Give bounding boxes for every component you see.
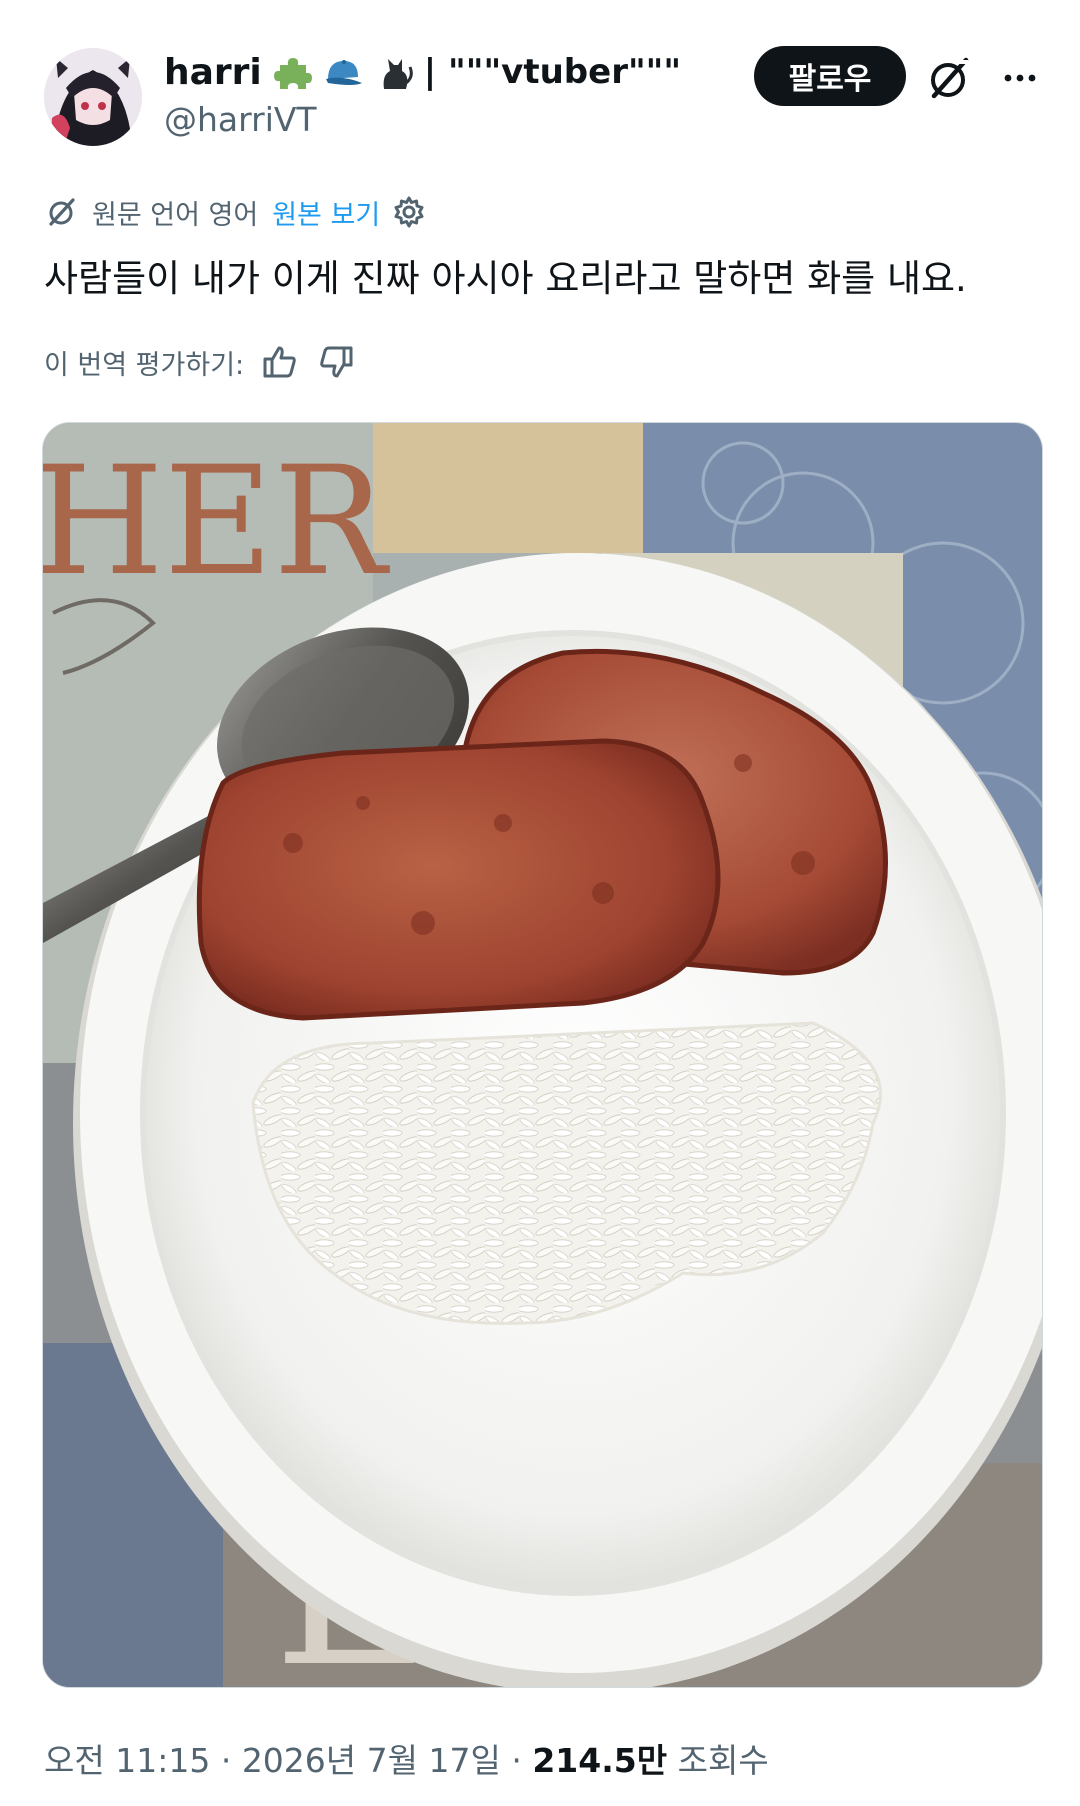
show-original-link[interactable]: 원본 보기	[272, 193, 380, 232]
meta-separator: ·	[511, 1741, 522, 1780]
rating-prompt: 이 번역 평가하기:	[44, 349, 245, 381]
gear-icon[interactable]	[392, 195, 426, 229]
black-cat-icon	[376, 53, 414, 91]
placemat-text-top: HER	[43, 435, 390, 609]
follow-button[interactable]: 팔로우	[754, 46, 906, 106]
thumbs-down-icon[interactable]	[316, 342, 356, 382]
more-options-icon[interactable]	[994, 52, 1046, 104]
views-label: 조회수	[677, 1741, 769, 1780]
blue-cap-icon	[324, 53, 364, 91]
translation-rating: 이 번역 평가하기:	[44, 340, 356, 384]
translation-info: 원문 언어 영어 원본 보기	[44, 190, 426, 234]
tweet-time[interactable]: 오전 11:15	[44, 1741, 210, 1780]
puzzle-piece-icon	[273, 53, 312, 91]
user-handle[interactable]: @harriVT	[164, 100, 317, 139]
grok-translate-icon	[44, 194, 80, 230]
avatar[interactable]	[44, 48, 142, 146]
grok-icon[interactable]	[924, 52, 976, 104]
display-name-suffix: | """vtuber"""	[423, 52, 682, 92]
name-row: harri | """vtuber"""	[164, 50, 681, 94]
tweet-header: harri | """vtuber""" @harriVT 팔로우	[0, 0, 1080, 150]
tweet-meta: 오전 11:15 · 2026년 7월 17일 · 214.5만 조회수	[44, 1734, 769, 1782]
tweet-photo[interactable]: HER LOV	[42, 422, 1043, 1688]
views-count: 214.5만	[532, 1741, 668, 1780]
display-name[interactable]: harri	[164, 52, 262, 93]
tweet-text: 사람들이 내가 이게 진짜 아시아 요리라고 말하면 화를 내요.	[44, 257, 967, 300]
source-language-note: 원문 언어 영어	[92, 199, 259, 231]
tweet-date[interactable]: 2026년 7월 17일	[242, 1741, 501, 1780]
meta-separator: ·	[220, 1741, 232, 1780]
thumbs-up-icon[interactable]	[260, 342, 300, 382]
